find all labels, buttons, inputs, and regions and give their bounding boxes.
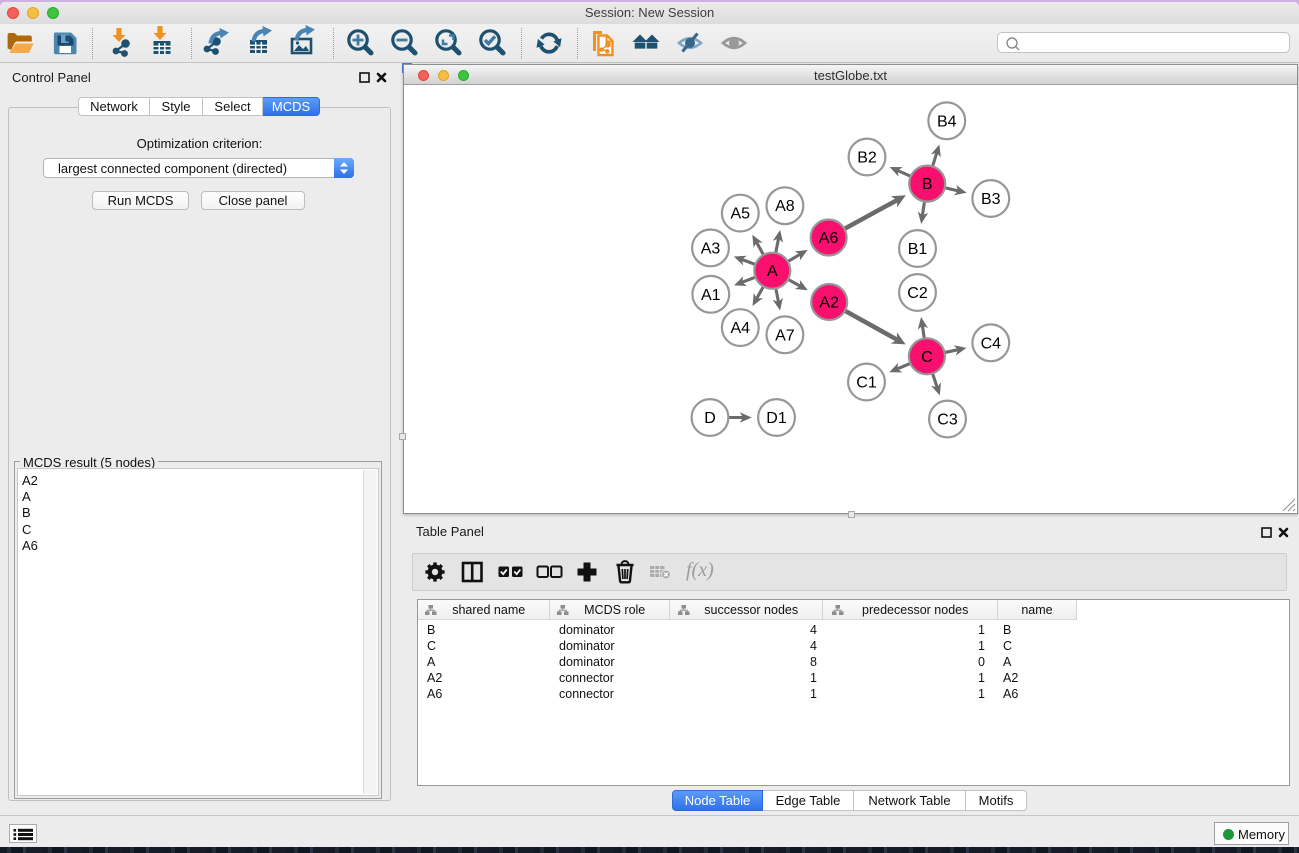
svg-text:A5: A5 [731,206,751,223]
svg-text:C4: C4 [981,335,1002,352]
svg-text:A3: A3 [701,240,721,257]
svg-text:A: A [767,263,778,280]
svg-text:C2: C2 [907,285,928,302]
svg-text:B: B [922,176,933,193]
svg-text:C: C [921,349,933,366]
svg-text:D1: D1 [766,410,787,427]
svg-text:D: D [704,410,716,427]
svg-text:A6: A6 [819,230,839,247]
svg-text:B2: B2 [857,150,877,167]
svg-text:A4: A4 [731,320,751,337]
svg-text:C1: C1 [856,375,877,392]
svg-text:B3: B3 [981,191,1001,208]
svg-text:C3: C3 [937,412,958,429]
svg-text:A8: A8 [775,198,795,215]
svg-text:A2: A2 [819,295,839,312]
svg-text:B4: B4 [937,113,957,130]
svg-text:A7: A7 [775,327,795,344]
svg-text:A1: A1 [701,287,721,304]
svg-text:B1: B1 [908,241,928,258]
